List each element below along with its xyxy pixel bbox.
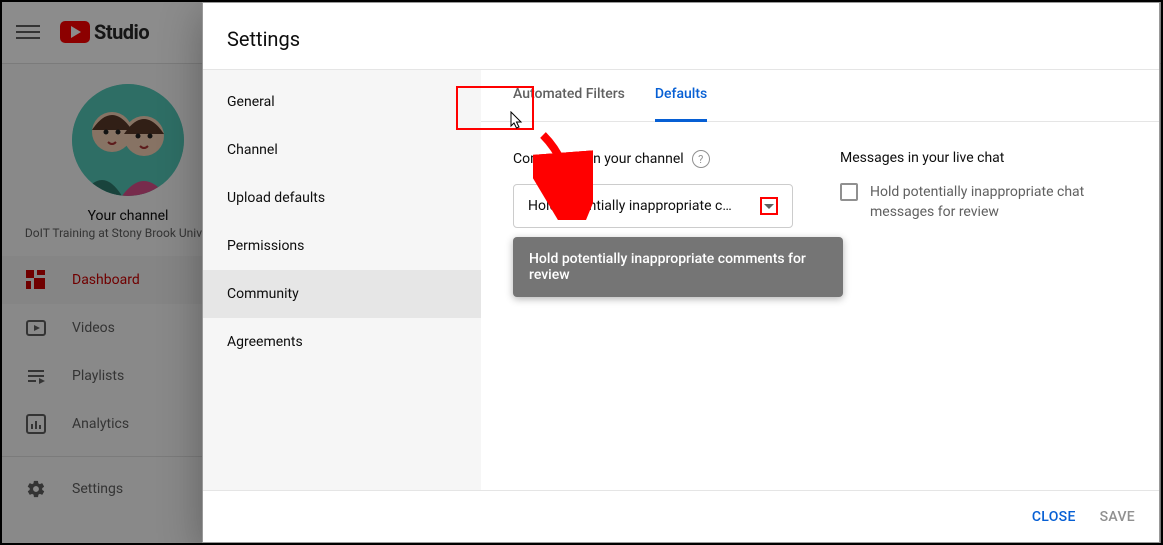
- dropdown-selected: Hold potentially inappropriate c…: [528, 198, 732, 214]
- save-button[interactable]: SAVE: [1100, 509, 1135, 525]
- chat-title: Messages in your live chat: [840, 150, 1004, 166]
- chat-hold-checkbox[interactable]: [840, 183, 858, 201]
- dialog-nav: General Channel Upload defaults Permissi…: [203, 70, 481, 490]
- dnav-general[interactable]: General: [203, 78, 481, 126]
- tab-defaults[interactable]: Defaults: [655, 70, 707, 122]
- chat-checkbox-label: Hold potentially inappropriate chat mess…: [870, 182, 1127, 222]
- dropdown-menu-item[interactable]: Hold potentially inappropriate comments …: [513, 237, 843, 297]
- dnav-channel[interactable]: Channel: [203, 126, 481, 174]
- comments-dropdown[interactable]: Hold potentially inappropriate c… Hold p…: [513, 184, 793, 228]
- tab-automated-filters[interactable]: Automated Filters: [513, 70, 625, 122]
- dnav-upload-defaults[interactable]: Upload defaults: [203, 174, 481, 222]
- dialog-title: Settings: [203, 3, 1159, 69]
- help-icon[interactable]: ?: [692, 150, 710, 168]
- dropdown-arrow-highlight: [760, 197, 778, 215]
- dnav-community[interactable]: Community: [203, 270, 481, 318]
- settings-dialog: Settings General Channel Upload defaults…: [202, 2, 1160, 543]
- close-button[interactable]: CLOSE: [1032, 509, 1076, 525]
- dnav-permissions[interactable]: Permissions: [203, 222, 481, 270]
- chevron-down-icon: [764, 204, 774, 209]
- dnav-agreements[interactable]: Agreements: [203, 318, 481, 366]
- comments-title: Comments on your channel: [513, 151, 684, 167]
